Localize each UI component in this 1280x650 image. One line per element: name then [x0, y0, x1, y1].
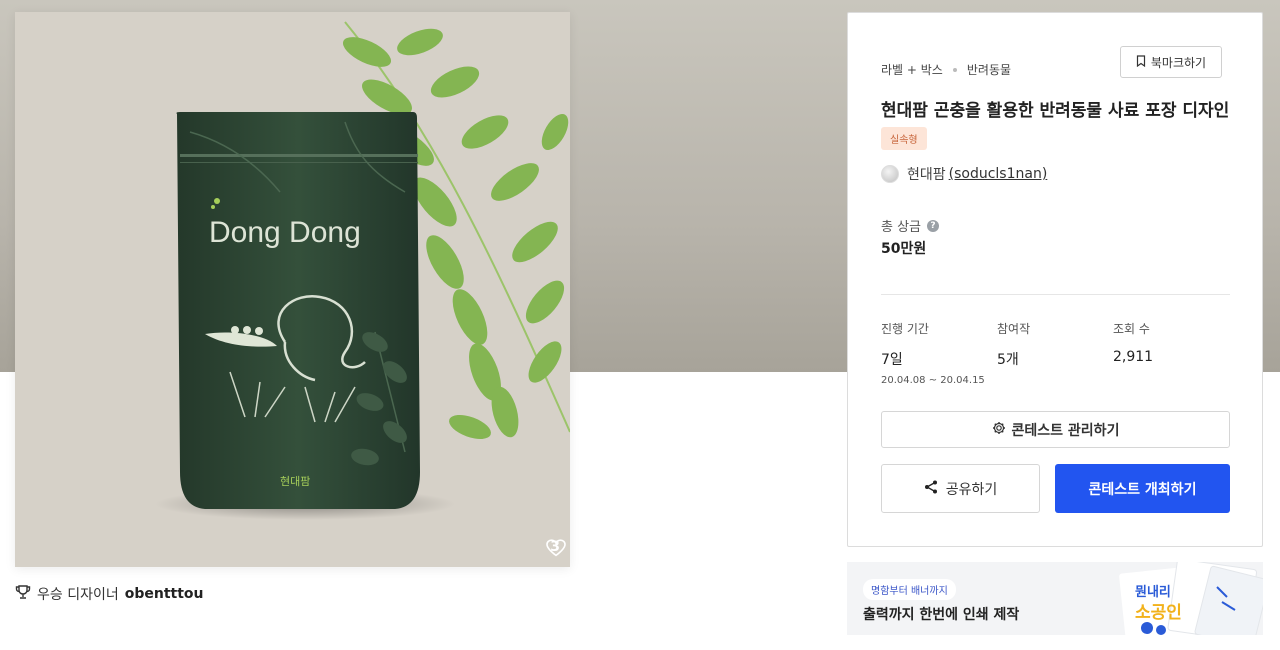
banner-art-line1: 뭔내리 [1135, 584, 1171, 600]
share-button[interactable]: 공유하기 [881, 464, 1040, 513]
product-image[interactable]: Dong Dong 현대팜 3 [15, 12, 570, 567]
like-button[interactable]: 3 [546, 539, 567, 557]
print-service-banner[interactable]: 명함부터 배너까지 출력까지 한번에 인쇄 제작 뭔내리 소공인 [847, 562, 1263, 635]
divider [881, 294, 1230, 295]
prize-label: 총 상금 ? [881, 216, 940, 235]
banner-tag: 명함부터 배너까지 [863, 579, 956, 600]
stat-period-label: 진행 기간 [881, 322, 929, 336]
banner-artwork: 뭔내리 소공인 [1119, 562, 1263, 635]
breadcrumb-category[interactable]: 라벨 + 박스 [881, 61, 943, 78]
gear-icon [992, 421, 1006, 439]
banner-art-line2: 소공인 [1135, 603, 1182, 623]
breadcrumb-separator [952, 67, 957, 72]
manage-contest-button[interactable]: 콘테스트 관리하기 [881, 411, 1230, 448]
host-name: 현대팜 [907, 167, 946, 183]
trophy-icon [15, 584, 31, 604]
stat-views-label: 조회 수 [1113, 322, 1150, 336]
bookmark-icon [1136, 54, 1146, 70]
stat-views: 조회 수 2,911 [1113, 320, 1153, 365]
stat-period-dates: 20.04.08 ~ 20.04.15 [881, 375, 985, 386]
share-icon [924, 480, 938, 498]
bookmark-label: 북마크하기 [1150, 55, 1207, 70]
prize-label-text: 총 상금 [881, 220, 922, 235]
brand-text: Dong Dong [209, 216, 361, 249]
stat-entries-value: 5개 [997, 352, 1019, 368]
share-label: 공유하기 [945, 481, 998, 498]
product-bag: Dong Dong 현대팜 [176, 112, 420, 509]
bag-logo-text: 현대팜 [280, 475, 310, 488]
plan-badge: 실속형 [881, 127, 927, 150]
host-contest-button[interactable]: 콘테스트 개최하기 [1055, 464, 1230, 513]
breadcrumb: 라벨 + 박스 반려동물 [881, 61, 1011, 78]
stat-views-value: 2,911 [1113, 349, 1154, 365]
avatar [881, 165, 899, 183]
stat-period-value: 7일 [881, 352, 903, 368]
contest-info-panel: 라벨 + 박스 반려동물 북마크하기 현대팜 곤충을 활용한 반려동물 사료 포… [847, 12, 1263, 547]
help-icon[interactable]: ? [927, 219, 940, 232]
host-handle-link[interactable]: (soducls1nan) [949, 166, 1048, 182]
host-info: 현대팜 (soducls1nan) [881, 164, 1047, 184]
bookmark-button[interactable]: 북마크하기 [1120, 46, 1222, 78]
winner-info: 우승 디자이너 obentttou [15, 584, 204, 604]
winner-name[interactable]: obentttou [125, 586, 204, 602]
winner-label: 우승 디자이너 [37, 587, 119, 603]
manage-contest-label: 콘테스트 관리하기 [1011, 422, 1120, 439]
banner-text: 출력까지 한번에 인쇄 제작 [863, 607, 1020, 623]
product-illustration: Dong Dong 현대팜 [155, 21, 570, 520]
prize-value: 50만원 [881, 241, 927, 257]
breadcrumb-subcategory[interactable]: 반려동물 [967, 61, 1011, 78]
contest-title: 현대팜 곤충을 활용한 반려동물 사료 포장 디자인 [881, 101, 1230, 121]
stat-entries-label: 참여작 [997, 322, 1031, 336]
stat-entries: 참여작 5개 [997, 320, 1030, 369]
stat-period: 진행 기간 7일 20.04.08 ~ 20.04.15 [881, 320, 985, 386]
